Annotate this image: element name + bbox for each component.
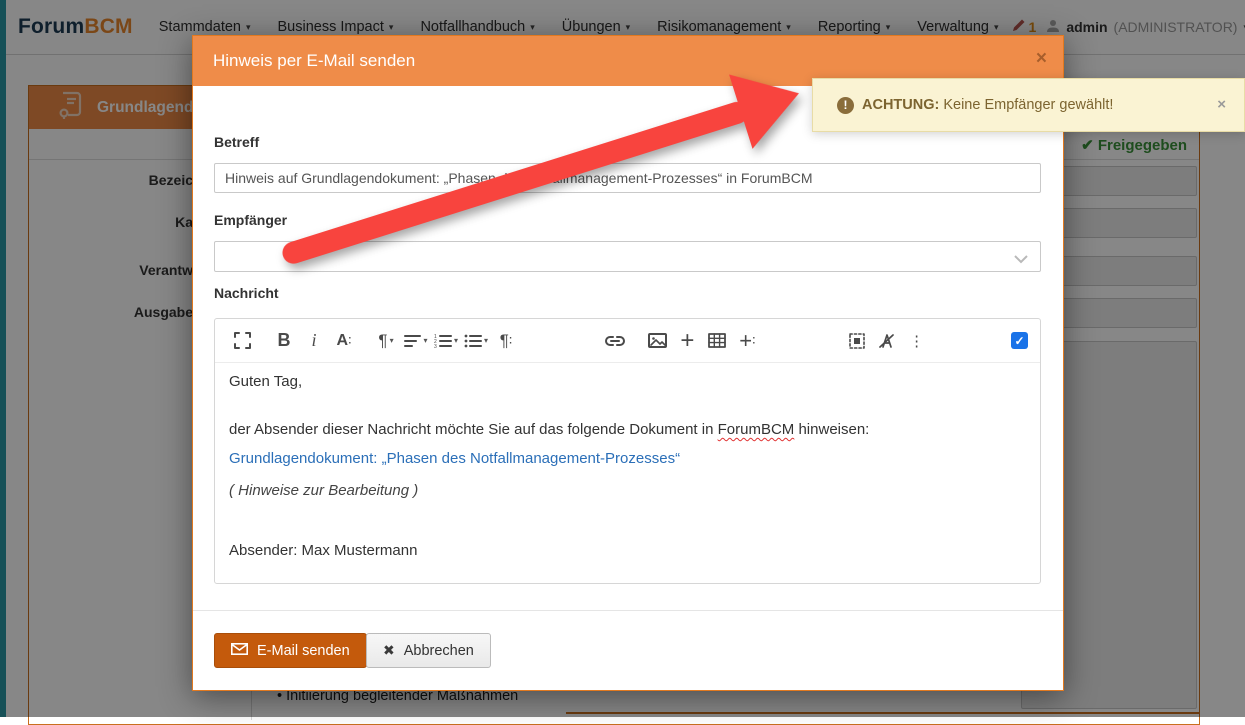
image-icon[interactable] — [642, 324, 672, 358]
chevron-down-icon — [1014, 251, 1028, 269]
more-options-icon[interactable]: ⋮ — [902, 324, 932, 358]
chevron-down-icon: ▾ — [484, 336, 488, 345]
message-sender: Absender: Max Mustermann — [229, 542, 417, 559]
cancel-button[interactable]: ✖ Abbrechen — [366, 633, 491, 668]
paragraph-icon[interactable]: ¶▾ — [371, 324, 401, 358]
recipients-select[interactable] — [214, 241, 1041, 272]
clear-format-icon[interactable] — [872, 324, 902, 358]
font-format-icon[interactable]: A∶ — [329, 324, 359, 358]
ordered-list-icon[interactable]: 123▾ — [431, 324, 461, 358]
editor-toolbar: B i A∶ ¶▾ ▾ 123▾ ▾ ¶∶ + +∶ ⋮ ✓ — [215, 319, 1040, 363]
message-line: der Absender dieser Nachricht möchte Sie… — [229, 421, 869, 438]
rich-text-editor: B i A∶ ¶▾ ▾ 123▾ ▾ ¶∶ + +∶ ⋮ ✓ Guten Tag… — [214, 318, 1041, 584]
paragraph-style-icon[interactable]: ¶∶ — [491, 324, 521, 358]
document-link[interactable]: Grundlagendokument: „Phasen des Notfallm… — [229, 450, 680, 467]
modal-title: Hinweis per E-Mail senden — [213, 51, 415, 71]
fullscreen-icon[interactable] — [227, 324, 257, 358]
close-icon[interactable]: × — [1036, 49, 1047, 68]
message-body[interactable]: Guten Tag, der Absender dieser Nachricht… — [215, 363, 1040, 583]
chevron-down-icon: ▾ — [390, 336, 394, 345]
send-email-modal: Hinweis per E-Mail senden × Betreff Empf… — [192, 35, 1064, 691]
x-icon: ✖ — [383, 642, 395, 659]
exclamation-circle-icon: ! — [837, 97, 854, 114]
subject-label: Betreff — [214, 134, 259, 150]
special-chars-icon[interactable] — [842, 324, 872, 358]
svg-text:3: 3 — [434, 344, 437, 348]
link-icon[interactable] — [600, 324, 630, 358]
message-label: Nachricht — [214, 285, 279, 301]
divider — [193, 610, 1063, 611]
envelope-icon — [231, 643, 248, 659]
align-left-icon[interactable]: ▾ — [401, 324, 431, 358]
insert-icon[interactable]: + — [672, 324, 702, 358]
checkbox-checked-icon[interactable]: ✓ — [1011, 332, 1028, 349]
misspelled-word: ForumBCM — [718, 421, 795, 438]
table-icon[interactable] — [702, 324, 732, 358]
chevron-down-icon: ▾ — [454, 336, 458, 345]
message-note: ( Hinweise zur Bearbeitung ) — [229, 482, 418, 499]
close-icon[interactable]: × — [1217, 97, 1226, 112]
table-insert-icon[interactable]: +∶ — [732, 324, 762, 358]
bold-icon[interactable]: B — [269, 324, 299, 358]
chevron-down-icon: ▾ — [423, 336, 427, 345]
send-email-button[interactable]: E-Mail senden — [214, 633, 367, 668]
warning-toast: ! ACHTUNG:Keine Empfänger gewählt! × — [812, 78, 1245, 132]
subject-input[interactable] — [214, 163, 1041, 193]
message-greeting: Guten Tag, — [229, 373, 302, 390]
recipients-label: Empfänger — [214, 212, 287, 228]
unordered-list-icon[interactable]: ▾ — [461, 324, 491, 358]
toast-message: ACHTUNG:Keine Empfänger gewählt! — [862, 97, 1113, 113]
italic-icon[interactable]: i — [299, 324, 329, 358]
toast-prefix: ACHTUNG: — [862, 97, 939, 113]
